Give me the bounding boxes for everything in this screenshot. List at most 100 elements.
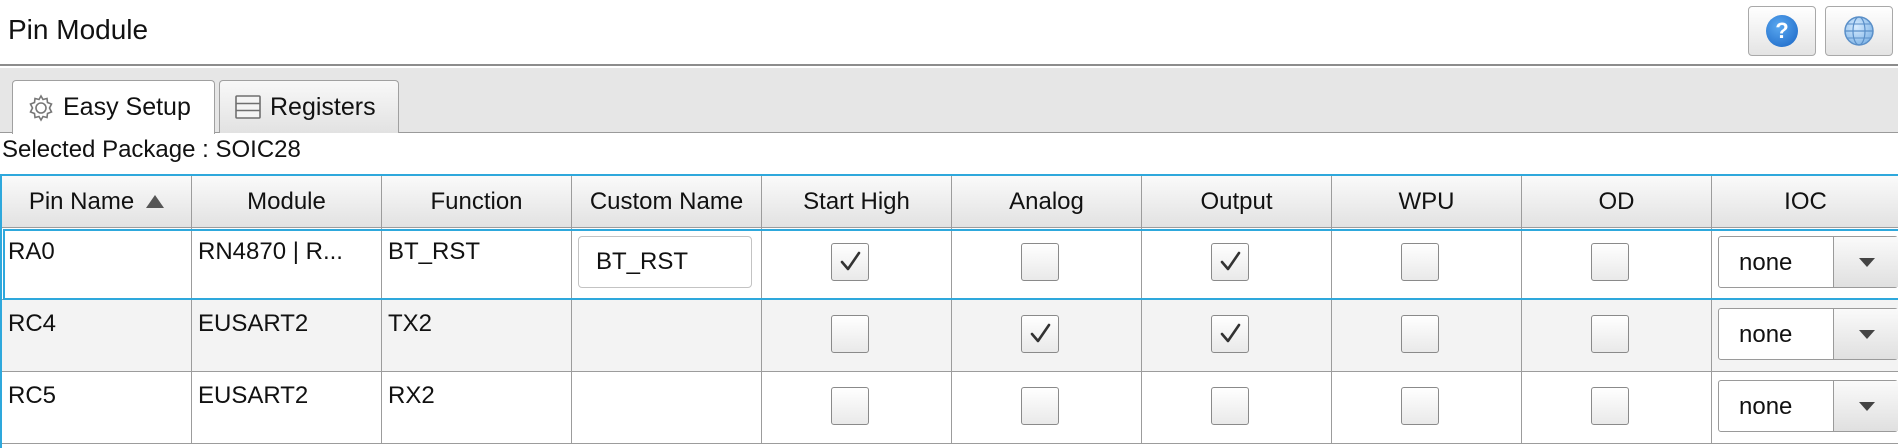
checkmark-icon	[1220, 251, 1241, 271]
pin-name: RA0	[8, 238, 55, 265]
function-name: RX2	[388, 382, 435, 409]
module-name: EUSART2	[198, 310, 309, 337]
custom-name-cell[interactable]	[572, 372, 762, 444]
wpu-cell	[1332, 300, 1522, 372]
page-title: Pin Module	[8, 14, 149, 45]
wpu-checkbox[interactable]	[1401, 387, 1439, 425]
column-header-label: Custom Name	[589, 187, 744, 215]
start-high-checkbox[interactable]	[831, 315, 869, 353]
custom-name-cell[interactable]	[572, 300, 762, 372]
tab-easy-setup[interactable]: Easy Setup	[12, 80, 215, 134]
ioc-selected-value: none	[1739, 249, 1793, 276]
ioc-cell: none	[1712, 372, 1898, 444]
tab-strip: Easy Setup Registers	[0, 68, 1898, 134]
column-header-wpu[interactable]: WPU	[1332, 176, 1522, 228]
analog-cell	[952, 228, 1142, 300]
analog-checkbox[interactable]	[1021, 315, 1059, 353]
start-high-checkbox[interactable]	[831, 243, 869, 281]
od-cell	[1522, 228, 1712, 300]
start-high-checkbox[interactable]	[831, 387, 869, 425]
output-checkbox[interactable]	[1211, 387, 1249, 425]
chevron-down-icon	[1858, 329, 1875, 339]
start-high-cell	[762, 228, 952, 300]
function-cell: BT_RST	[382, 228, 572, 300]
column-header-od[interactable]: OD	[1522, 176, 1712, 228]
column-header-label: Analog	[1009, 187, 1084, 215]
pin-name: RC4	[8, 310, 57, 337]
ioc-dropdown-button[interactable]	[1833, 309, 1898, 359]
function-cell: RX2	[382, 372, 572, 444]
pin-name-cell: RC5	[2, 372, 192, 444]
start-high-cell	[762, 300, 952, 372]
ioc-dropdown-button[interactable]	[1833, 381, 1898, 431]
wpu-checkbox[interactable]	[1401, 315, 1439, 353]
column-header-label: IOC	[1784, 187, 1827, 215]
table-row[interactable]: RC4 EUSART2 TX2 none	[2, 300, 1898, 372]
pin-table: Pin Name Module Function Custom Name Sta…	[0, 174, 1898, 448]
analog-checkbox[interactable]	[1021, 387, 1059, 425]
checkmark-icon	[1030, 323, 1051, 343]
module-cell: EUSART2	[192, 372, 382, 444]
function-name: BT_RST	[388, 238, 481, 265]
custom-name-input[interactable]: BT_RST	[578, 236, 752, 288]
column-header-function[interactable]: Function	[382, 176, 572, 228]
column-header-label: Function	[430, 187, 523, 215]
column-header-ioc[interactable]: IOC	[1712, 176, 1898, 228]
od-cell	[1522, 300, 1712, 372]
column-header-label: OD	[1598, 187, 1635, 215]
ioc-cell: none	[1712, 228, 1898, 300]
module-name: RN4870 | R...	[198, 238, 343, 265]
chevron-down-icon	[1858, 257, 1875, 267]
function-cell: TX2	[382, 300, 572, 372]
pin-name-cell: RC4	[2, 300, 192, 372]
output-cell	[1142, 228, 1332, 300]
module-cell: RN4870 | R...	[192, 228, 382, 300]
ioc-select[interactable]: none	[1718, 236, 1898, 288]
column-header-output[interactable]: Output	[1142, 176, 1332, 228]
column-header-custom-name[interactable]: Custom Name	[572, 176, 762, 228]
od-cell	[1522, 372, 1712, 444]
column-header-label: Output	[1200, 187, 1273, 215]
table-row[interactable]: RA0 RN4870 | R... BT_RST BT_RST none	[2, 228, 1898, 300]
column-header-label: Module	[247, 187, 326, 215]
selected-package-label: Selected Package : SOIC28	[2, 136, 301, 163]
table-row[interactable]: RC5 EUSART2 RX2 none	[2, 372, 1898, 444]
ioc-select[interactable]: none	[1718, 308, 1898, 360]
column-header-start-high[interactable]: Start High	[762, 176, 952, 228]
od-checkbox[interactable]	[1591, 387, 1629, 425]
analog-checkbox[interactable]	[1021, 243, 1059, 281]
function-name: TX2	[388, 310, 433, 337]
question-mark-icon: ?	[1766, 15, 1798, 47]
checkmark-icon	[840, 251, 861, 271]
start-high-cell	[762, 372, 952, 444]
output-cell	[1142, 300, 1332, 372]
chevron-down-icon	[1858, 401, 1875, 411]
wpu-cell	[1332, 228, 1522, 300]
column-header-module[interactable]: Module	[192, 176, 382, 228]
ioc-select[interactable]: none	[1718, 380, 1898, 432]
column-header-label: Pin Name	[28, 187, 135, 215]
ioc-dropdown-button[interactable]	[1833, 237, 1898, 287]
registers-icon	[232, 91, 264, 123]
od-checkbox[interactable]	[1591, 315, 1629, 353]
output-checkbox[interactable]	[1211, 243, 1249, 281]
od-checkbox[interactable]	[1591, 243, 1629, 281]
column-header-label: Start High	[803, 187, 910, 215]
tab-registers[interactable]: Registers	[219, 80, 399, 133]
ioc-cell: none	[1712, 300, 1898, 372]
ioc-selected-value: none	[1739, 321, 1793, 348]
column-header-label: WPU	[1398, 187, 1455, 215]
help-button[interactable]: ?	[1748, 6, 1816, 56]
column-header-analog[interactable]: Analog	[952, 176, 1142, 228]
analog-cell	[952, 372, 1142, 444]
wpu-checkbox[interactable]	[1401, 243, 1439, 281]
column-header-pin-name[interactable]: Pin Name	[2, 176, 192, 228]
globe-button[interactable]	[1825, 6, 1893, 56]
module-name: EUSART2	[198, 382, 309, 409]
checkmark-icon	[1220, 323, 1241, 343]
gear-icon	[25, 92, 57, 124]
output-checkbox[interactable]	[1211, 315, 1249, 353]
pin-name-cell: RA0	[2, 228, 192, 300]
tab-easy-setup-label: Easy Setup	[63, 93, 191, 121]
ioc-selected-value: none	[1739, 393, 1793, 420]
